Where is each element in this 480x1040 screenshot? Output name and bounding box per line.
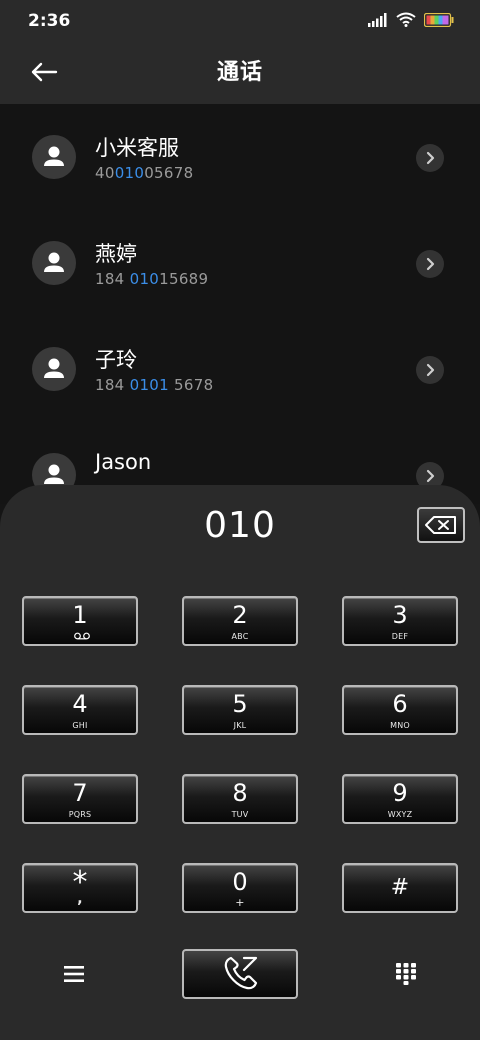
key-digit: 1 [72, 601, 88, 629]
key-digit: 7 [72, 779, 88, 807]
key-digit: 0 [232, 868, 248, 896]
contact-detail-button[interactable] [416, 356, 444, 384]
signal-icon [368, 12, 387, 27]
dialpad-toggle-button[interactable] [386, 959, 426, 989]
key-letters: TUV [231, 810, 249, 819]
chevron-right-icon [426, 257, 435, 271]
key-digit: 6 [392, 690, 408, 718]
key-letters: + [235, 896, 245, 909]
contact-results-list: 小米客服 4001005678 燕婷 184 01015689 子玲 184 0… [0, 104, 480, 504]
battery-icon [424, 12, 454, 27]
backspace-button[interactable] [417, 507, 465, 543]
key-letters: DEF [391, 632, 409, 641]
key-digit: 2 [232, 601, 248, 629]
key-digit: # [390, 875, 410, 900]
backspace-icon [425, 516, 456, 534]
match-highlight: 010 [129, 270, 160, 288]
dialpad-icon [396, 963, 416, 985]
contact-name: 小米客服 [95, 136, 179, 160]
call-button[interactable] [182, 949, 298, 999]
key-digit: 4 [72, 690, 88, 718]
key-3[interactable]: 3 DEF [342, 596, 458, 646]
chevron-right-icon [426, 469, 435, 483]
dialed-number: 010 [204, 505, 276, 546]
voicemail-icon [74, 632, 90, 640]
contact-name: 燕婷 [95, 242, 137, 266]
key-digit: 9 [392, 779, 408, 807]
key-1[interactable]: 1 [22, 596, 138, 646]
key-letters: JKL [233, 721, 247, 730]
person-icon [44, 252, 64, 272]
chevron-right-icon [426, 363, 435, 377]
contact-row[interactable]: 小米客服 4001005678 [0, 104, 480, 210]
key-digit: 3 [392, 601, 408, 629]
menu-icon [64, 966, 84, 982]
avatar [32, 347, 76, 391]
key-8[interactable]: 8 TUV [182, 774, 298, 824]
page-title: 通话 [216, 60, 263, 85]
key-letters: PQRS [68, 810, 92, 819]
contact-row[interactable]: 子玲 184 0101 5678 [0, 316, 480, 422]
key-9[interactable]: 9 WXYZ [342, 774, 458, 824]
status-bar: 2:36 [0, 0, 480, 40]
contact-name: Jason [95, 450, 152, 474]
key-star[interactable]: * , [22, 863, 138, 913]
key-6[interactable]: 6 MNO [342, 685, 458, 735]
status-time: 2:36 [28, 11, 71, 31]
key-4[interactable]: 4 GHI [22, 685, 138, 735]
key-hash[interactable]: # [342, 863, 458, 913]
avatar [32, 241, 76, 285]
contact-number: 184 01015689 [95, 270, 209, 288]
key-digit: 8 [232, 779, 248, 807]
key-digit: 5 [232, 690, 248, 718]
contact-detail-button[interactable] [416, 144, 444, 172]
contact-number: 4001005678 [95, 164, 194, 182]
wifi-icon [396, 12, 416, 27]
contact-name: 子玲 [95, 348, 137, 372]
key-letters: MNO [390, 721, 410, 730]
key-0[interactable]: 0 + [182, 863, 298, 913]
key-letters: WXYZ [387, 810, 413, 819]
key-letters: GHI [72, 721, 88, 730]
dialpad-panel: 010 1 2 ABC 3 DEF 4 GHI 5 JKL 6 MNO 7 PQ… [0, 485, 480, 1040]
person-icon [44, 358, 64, 378]
contact-detail-button[interactable] [416, 250, 444, 278]
contact-row[interactable]: 燕婷 184 01015689 [0, 210, 480, 316]
phone-icon [224, 956, 258, 990]
app-header: 通话 [0, 40, 480, 104]
avatar [32, 135, 76, 179]
status-icons [368, 12, 454, 27]
match-highlight: 010 [114, 164, 145, 182]
match-highlight: 0101 [129, 376, 169, 394]
key-2[interactable]: 2 ABC [182, 596, 298, 646]
key-7[interactable]: 7 PQRS [22, 774, 138, 824]
chevron-right-icon [426, 151, 435, 165]
key-letters: , [77, 891, 83, 907]
contact-number: 184 0101 5678 [95, 376, 214, 394]
key-5[interactable]: 5 JKL [182, 685, 298, 735]
key-letters: ABC [231, 632, 249, 641]
menu-button[interactable] [54, 959, 94, 989]
person-icon [44, 146, 64, 166]
